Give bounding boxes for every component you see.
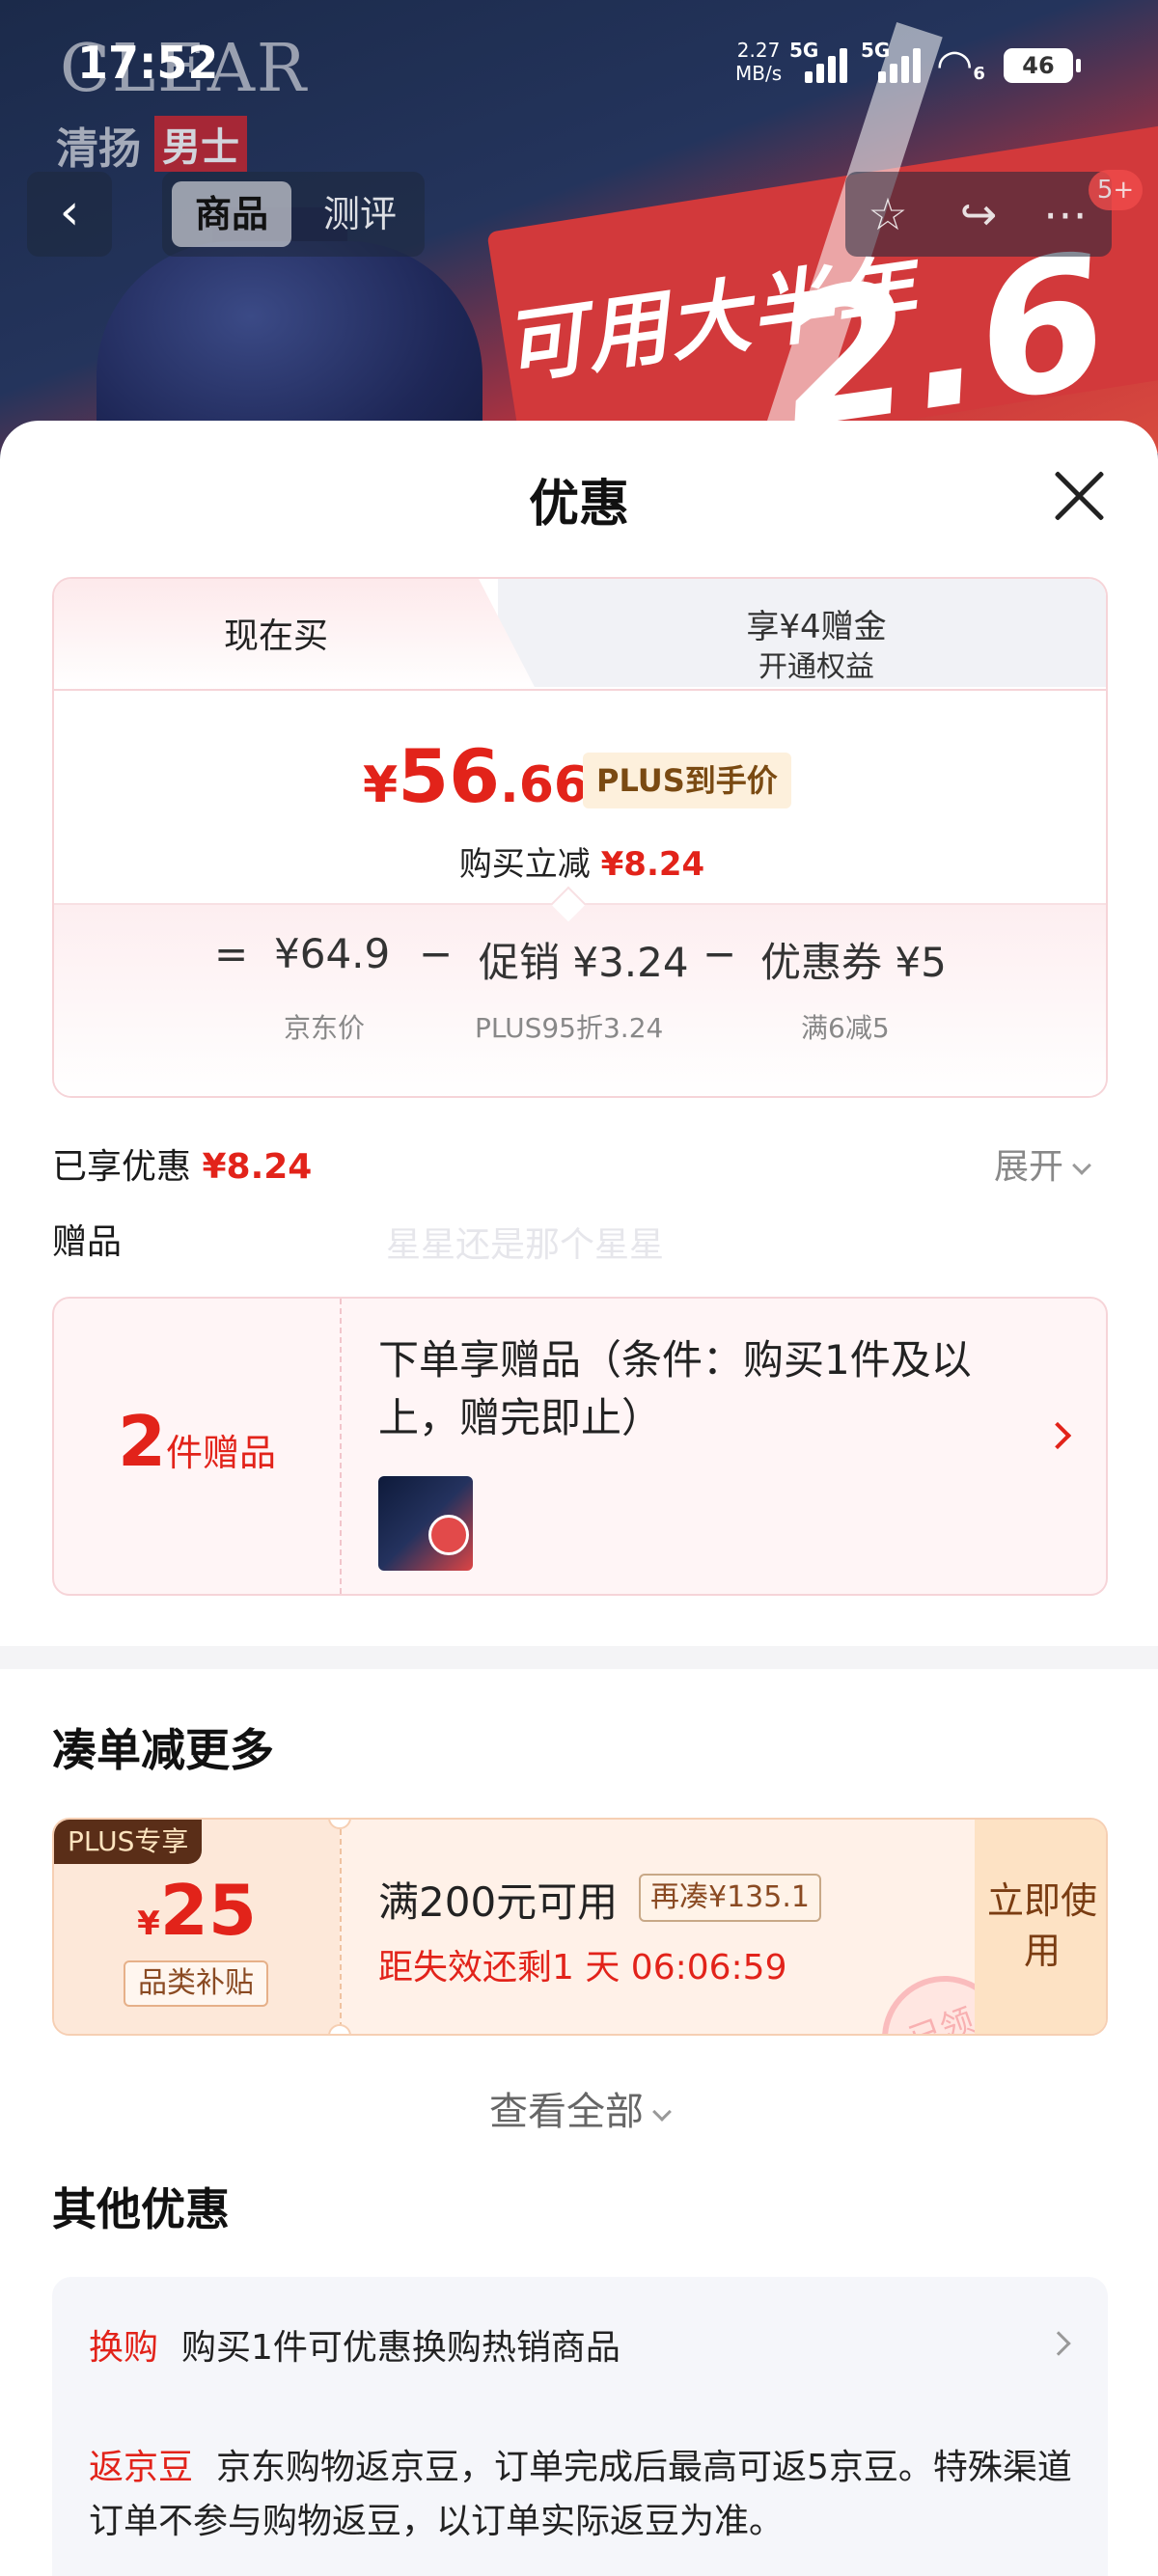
signal-1-icon: [805, 46, 855, 83]
gift-divider: [340, 1299, 342, 1594]
swap-offer-row[interactable]: 换购 购买1件可优惠换购热销商品: [89, 2319, 620, 2370]
expand-button[interactable]: 展开: [994, 1138, 1091, 1189]
message-badge: 5+: [1089, 170, 1143, 210]
gift-thumbnail: [378, 1476, 473, 1571]
sheet-title: 优惠: [528, 476, 629, 534]
coupon-countdown: 距失效还剩1 天 06:06:59: [378, 1948, 787, 1987]
formula-minus-2: −: [703, 930, 737, 977]
gift-count: 2件赠品: [54, 1401, 340, 1482]
coupon-condition: 满200元可用: [378, 1878, 619, 1926]
coupon-yen: ¥: [137, 1905, 160, 1943]
tab-plus-benefit-title: 享¥4赠金: [746, 608, 887, 646]
bean-offer-row: 返京豆 京东购物返京豆，订单完成后最高可返5京豆。特殊渠道订单不参与购物返豆，以订…: [89, 2441, 1083, 2549]
tab-review[interactable]: 测评: [303, 181, 417, 247]
coupon-notch-bottom: [328, 2024, 351, 2034]
gift-label: 赠品: [52, 1222, 123, 1262]
bean-label: 返京豆: [89, 2448, 194, 2487]
tab-product[interactable]: 商品: [172, 181, 291, 247]
coupon-need-more[interactable]: 再凑¥135.1: [639, 1874, 821, 1922]
instant-cut-label: 购买立减: [458, 845, 591, 884]
net-speed-unit: MB/s: [735, 62, 783, 85]
use-coupon-button[interactable]: 立即使用: [975, 1820, 1106, 2034]
net-speed: 2.27 MB/s: [735, 39, 782, 85]
price-card: 现在买 享¥4赠金 开通权益 ¥56.66 PLUS到手价 购买立减 ¥8.24…: [52, 577, 1108, 1098]
net-speed-value: 2.27: [736, 39, 781, 62]
expand-label: 展开: [994, 1147, 1064, 1187]
enjoyed-discount: 已享优惠 ¥8.24: [52, 1138, 312, 1189]
wifi-sub-label: 6: [973, 64, 985, 84]
battery-icon: 46: [1004, 48, 1081, 83]
instant-cut: 购买立减 ¥8.24: [54, 837, 1106, 885]
chevron-left-icon: ‹: [59, 183, 80, 241]
wifi-icon: ◠6: [936, 41, 985, 90]
formula-minus-1: −: [419, 930, 454, 977]
coupon-amount: ¥25: [54, 1870, 340, 1951]
formula-coupon-label: 满6减5: [801, 1012, 890, 1044]
gift-condition: 下单享赠品（条件：购买1件及以上，赠完即止）: [378, 1336, 972, 1441]
product-tabs: 商品 测评: [162, 172, 425, 257]
chevron-right-icon[interactable]: [1046, 2331, 1071, 2356]
chevron-down-icon: [652, 2102, 672, 2122]
use-coupon-label: 立即使用: [986, 1879, 1097, 1972]
formula-notch: [550, 886, 587, 922]
price-formula: = ¥64.9 − 促销 ¥3.24 − 优惠券 ¥5 京东价 PLUS95折3…: [54, 886, 1106, 1096]
view-all-button[interactable]: 查看全部: [0, 2080, 1158, 2136]
swap-text: 购买1件可优惠换购热销商品: [181, 2328, 620, 2368]
discount-sheet: 优惠 现在买 享¥4赠金 开通权益 ¥56.66 PLUS到手价 购买立减 ¥8…: [0, 421, 1158, 2576]
tab-divider: [54, 689, 1106, 691]
coupon-divider: [340, 1820, 342, 2034]
enjoyed-value: ¥8.24: [202, 1147, 313, 1187]
gift-count-unit: 件赠品: [166, 1432, 277, 1474]
star-icon[interactable]: ☆: [857, 185, 919, 243]
section-gap: [0, 1646, 1158, 1669]
more-section-title: 凑单减更多: [52, 1724, 274, 1776]
chevron-down-icon: [1072, 1156, 1091, 1175]
instant-cut-value: ¥8.24: [600, 845, 705, 884]
coupon-value: 25: [159, 1870, 257, 1951]
formula-base-label: 京东价: [284, 1012, 366, 1044]
more-icon[interactable]: ⋯: [1034, 185, 1096, 243]
price-yen: ¥: [363, 756, 399, 814]
coupon-card: PLUS专享 ¥25 品类补贴 满200元可用 再凑¥135.1 距失效还剩1 …: [52, 1818, 1108, 2036]
nav-actions: ☆ ↪ ⋯: [845, 172, 1112, 257]
price-int: 56: [398, 733, 500, 819]
final-price: ¥56.66: [363, 733, 589, 819]
gift-card[interactable]: 2件赠品 下单享赠品（条件：购买1件及以上，赠完即止）: [52, 1297, 1108, 1596]
plus-price-tag: PLUS到手价: [583, 753, 791, 808]
gift-count-number: 2: [117, 1401, 167, 1482]
status-time: 17:52: [77, 37, 219, 89]
formula-promo-value: 促销 ¥3.24: [479, 939, 689, 986]
share-icon[interactable]: ↪: [948, 185, 1009, 243]
back-button[interactable]: ‹: [27, 172, 112, 257]
formula-promo-label: PLUS95折3.24: [475, 1012, 664, 1044]
other-section-title: 其他优惠: [52, 2183, 230, 2235]
watermark: 星星还是那个星星: [386, 1225, 665, 1265]
enjoyed-label: 已享优惠: [52, 1147, 192, 1187]
tab-plus-benefit-subtitle: 开通权益: [758, 650, 874, 684]
chevron-right-icon: [1043, 1421, 1072, 1450]
tab-buy-now-label: 现在买: [223, 617, 328, 656]
view-all-label: 查看全部: [489, 2090, 644, 2134]
coupon-category-tag: 品类补贴: [124, 1960, 268, 2007]
formula-base-value: ¥64.9: [274, 930, 391, 977]
signal-2-icon: [878, 46, 928, 83]
close-icon[interactable]: [1052, 469, 1106, 523]
bean-text: 京东购物返京豆，订单完成后最高可返5京豆。特殊渠道订单不参与购物返豆，以订单实际…: [89, 2448, 1072, 2541]
swap-label: 换购: [89, 2328, 159, 2368]
other-offers-card: 换购 购买1件可优惠换购热销商品 返京豆 京东购物返京豆，订单完成后最高可返5京豆。…: [52, 2277, 1108, 2576]
plus-exclusive-tag: PLUS专享: [54, 1820, 203, 1864]
status-bar: 17:52 2.27 MB/s 5G 5G ◠6 46: [0, 0, 1158, 135]
formula-equals: =: [214, 930, 249, 977]
price-dec: .66: [499, 756, 590, 814]
formula-coupon-value: 优惠券 ¥5: [760, 939, 947, 986]
